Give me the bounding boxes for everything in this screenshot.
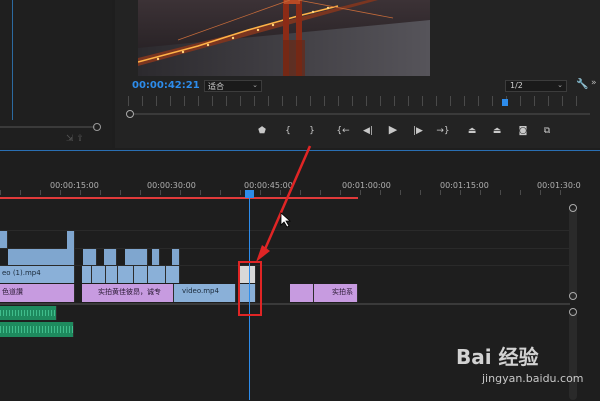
premiere-window: { "program_monitor": { "timecode": "00:0… [0, 0, 600, 401]
baidu-url-watermark: jingyan.baidu.com [482, 372, 584, 385]
annotation-arrow [256, 145, 312, 262]
baidu-logo-watermark: Bai 经验 [456, 345, 539, 369]
mouse-cursor-icon [280, 212, 292, 228]
